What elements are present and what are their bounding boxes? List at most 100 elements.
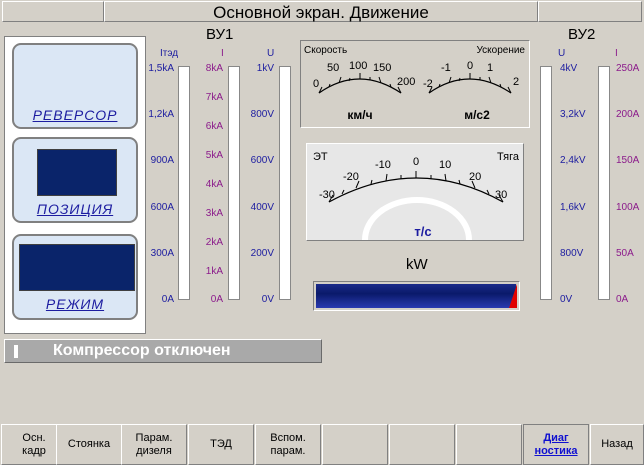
- fkey-ted[interactable]: ТЭД: [188, 424, 254, 465]
- scale-label: 250A: [616, 63, 640, 74]
- accel-tick-label: 0: [467, 60, 473, 72]
- vu2-i-scale: 250A 200A 150A 100A 50A 0A: [614, 63, 644, 305]
- scale-label: 1,6kV: [560, 202, 586, 213]
- scale-label: 800V: [560, 248, 584, 259]
- scale-label: 8kA: [205, 63, 223, 74]
- speed-tick-label: 200: [397, 76, 415, 88]
- accel-gauge-title: Ускорение: [476, 45, 525, 56]
- speed-tick-label: 50: [327, 62, 339, 74]
- power-title: kW: [406, 256, 428, 273]
- accel-gauge-ticks: [428, 73, 512, 94]
- speed-tick-label: 100: [349, 60, 367, 72]
- speed-accel-panel: Скорость Ускорение 0 50 100 150 200 км/ч…: [300, 40, 530, 128]
- status-message: Компрессор отключен: [4, 339, 322, 363]
- scale-label: 1,2kA: [148, 109, 174, 120]
- vu1-col-i-header: I: [221, 48, 224, 59]
- scale-label: 300A: [150, 248, 174, 259]
- power-bar-marker: [509, 284, 517, 308]
- position-label: ПОЗИЦИЯ: [36, 201, 114, 217]
- vu1-ited-bar: [178, 66, 190, 300]
- reverser-button[interactable]: РЕВЕРСОР: [12, 43, 138, 129]
- traction-tick-label: 20: [469, 171, 481, 183]
- fkey-diesel-params[interactable]: Парам. дизеля: [121, 424, 187, 465]
- accel-tick-label: 1: [487, 62, 493, 74]
- scale-label: 3kA: [205, 208, 223, 219]
- traction-tick-label: -20: [343, 171, 359, 183]
- accel-tick-label: 2: [513, 76, 519, 88]
- scale-label: 600A: [150, 202, 174, 213]
- scale-label: 1,5kA: [148, 63, 174, 74]
- speed-tick-label: 0: [313, 78, 319, 90]
- scale-label: 1kA: [205, 266, 223, 277]
- vu1-u-scale: 1kV 800V 600V 400V 200V 0V: [244, 63, 274, 305]
- traction-gauge-panel: ЭТ Тяга -30 -20 -10 0 10 20 30 т/с: [306, 143, 524, 241]
- fkey-empty-2[interactable]: [389, 424, 455, 465]
- vu1-u-bar: [279, 66, 291, 300]
- traction-tick-label: -30: [319, 189, 335, 201]
- vu2-col-i-header: I: [615, 48, 618, 59]
- traction-unit: т/с: [414, 224, 431, 239]
- position-button[interactable]: ПОЗИЦИЯ: [12, 137, 138, 223]
- traction-tick-label: 30: [495, 189, 507, 201]
- vu1-col-ited-header: Iтэд: [160, 48, 179, 59]
- traction-left-label: ЭТ: [313, 151, 328, 163]
- mode-button[interactable]: РЕЖИМ: [12, 234, 138, 320]
- scale-label: 4kV: [560, 63, 578, 74]
- accel-unit: м/с2: [464, 108, 490, 122]
- fkey-empty-3[interactable]: [456, 424, 522, 465]
- scale-label: 50A: [616, 248, 634, 259]
- traction-right-label: Тяга: [497, 151, 520, 163]
- fkey-diagnostics[interactable]: Диаг ностика: [523, 424, 589, 465]
- scale-label: 5kA: [205, 150, 223, 161]
- scale-label: 7kA: [205, 92, 223, 103]
- scale-label: 1kV: [256, 63, 274, 74]
- traction-tick-label: 10: [439, 159, 451, 171]
- reverser-label: РЕВЕРСОР: [32, 107, 118, 123]
- vu2-i-bar: [598, 66, 610, 300]
- speed-accel-gauges: Скорость Ускорение 0 50 100 150 200 км/ч…: [304, 45, 525, 122]
- speed-unit: км/ч: [347, 108, 372, 122]
- scale-label: 0A: [616, 294, 629, 305]
- traction-tick-label: 0: [413, 156, 419, 168]
- scale-label: 3,2kV: [560, 109, 586, 120]
- speed-tick-label: 150: [373, 62, 391, 74]
- vu2-title: ВУ2: [568, 26, 596, 43]
- scale-label: 600V: [250, 155, 274, 166]
- vu1-ited-scale: 1,5kA 1,2kA 900A 600A 300A 0A: [144, 63, 174, 305]
- control-panel: РЕВЕРСОР ПОЗИЦИЯ РЕЖИМ: [4, 36, 146, 334]
- traction-gauge: ЭТ Тяга -30 -20 -10 0 10 20 30 т/с: [313, 151, 520, 240]
- vu1-title: ВУ1: [206, 26, 234, 43]
- scale-label: 150A: [616, 155, 640, 166]
- page-title: Основной экран. Движение: [104, 1, 538, 22]
- vu1-col-u-header: U: [267, 48, 275, 59]
- scale-label: 0V: [560, 294, 573, 305]
- mode-label: РЕЖИМ: [45, 296, 105, 312]
- vu2-col-u-header: U: [558, 48, 566, 59]
- scale-label: 200V: [250, 248, 274, 259]
- vu2-u-bar: [540, 66, 552, 300]
- speed-gauge-ticks: [318, 73, 402, 94]
- scale-label: 800V: [250, 109, 274, 120]
- title-bar-cell-left: [2, 1, 104, 22]
- vu1-i-scale: 8kA 7kA 6kA 5kA 4kA 3kA 2kA 1kA 0A: [195, 63, 223, 305]
- speed-gauge-arc: [318, 78, 402, 94]
- status-text: Компрессор отключен: [53, 342, 231, 359]
- fkey-aux-params[interactable]: Вспом. парам.: [255, 424, 321, 465]
- accel-tick-label: -1: [441, 62, 451, 74]
- fkey-back[interactable]: Назад: [590, 424, 644, 465]
- position-display: [37, 149, 117, 196]
- status-indicator: [14, 345, 18, 358]
- scale-label: 0A: [161, 294, 174, 305]
- fkey-parking[interactable]: Стоянка: [56, 424, 122, 465]
- scale-label: 0A: [210, 294, 223, 305]
- scale-label: 4kA: [205, 179, 223, 190]
- scale-label: 6kA: [205, 121, 223, 132]
- scale-label: 900A: [150, 155, 174, 166]
- scale-label: 100A: [616, 202, 640, 213]
- scale-label: 2,4kV: [560, 155, 586, 166]
- scale-label: 400V: [250, 202, 274, 213]
- power-bar-frame: [313, 281, 520, 311]
- scale-label: 2kA: [205, 237, 223, 248]
- fkey-empty-1[interactable]: [322, 424, 388, 465]
- accel-tick-label: -2: [423, 78, 433, 90]
